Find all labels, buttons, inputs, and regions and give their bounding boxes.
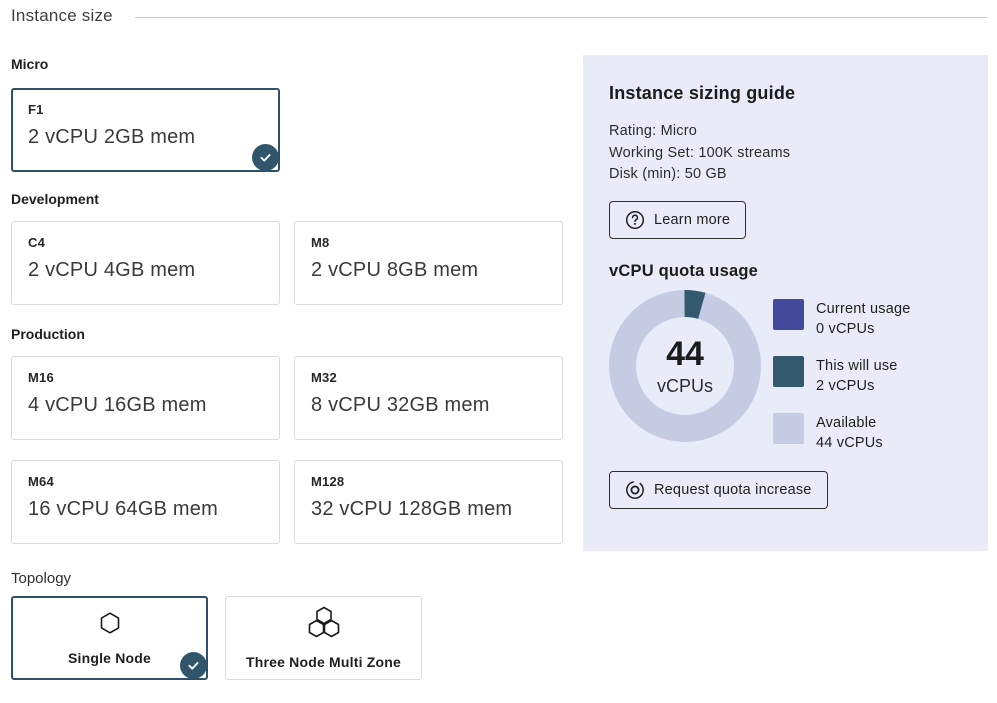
section-header: Instance size <box>0 0 997 26</box>
content-row: Micro F1 2 vCPU 2GB mem Development C4 2… <box>0 26 997 680</box>
micro-section-label: Micro <box>11 56 563 72</box>
guide-panel-title: Instance sizing guide <box>609 83 962 104</box>
micro-card-grid: F1 2 vCPU 2GB mem <box>11 88 563 172</box>
size-card-spec: 8 vCPU 32GB mem <box>311 394 546 417</box>
size-card-spec: 2 vCPU 8GB mem <box>311 259 546 282</box>
disk-min-line: Disk (min): 50 GB <box>609 164 962 186</box>
header-divider <box>135 17 987 18</box>
three-hexagons-icon <box>305 606 343 644</box>
quota-target-icon <box>625 480 645 500</box>
selected-check-icon <box>252 144 279 171</box>
legend-item-current-usage: Current usage 0 vCPUs <box>773 299 911 339</box>
vcpu-quota-donut-chart: 44 vCPUs <box>609 290 761 442</box>
request-quota-increase-button[interactable]: Request quota increase <box>609 471 828 509</box>
legend-swatch-current-usage <box>773 299 804 330</box>
size-card-code: M8 <box>311 235 546 250</box>
help-circle-icon <box>625 210 645 230</box>
size-card-f1[interactable]: F1 2 vCPU 2GB mem <box>11 88 280 172</box>
size-card-code: M16 <box>28 370 263 385</box>
size-card-code: F1 <box>28 102 263 117</box>
single-hexagon-icon <box>98 611 122 640</box>
legend-name: Current usage <box>816 301 911 317</box>
size-card-c4[interactable]: C4 2 vCPU 4GB mem <box>11 221 280 305</box>
legend-value: 44 vCPUs <box>816 435 883 451</box>
production-card-grid: M16 4 vCPU 16GB mem M32 8 vCPU 32GB mem … <box>11 356 563 544</box>
size-card-spec: 16 vCPU 64GB mem <box>28 498 263 521</box>
topology-card-single-node[interactable]: Single Node <box>11 596 208 680</box>
size-card-spec: 2 vCPU 2GB mem <box>28 126 263 149</box>
legend-value: 0 vCPUs <box>816 321 875 337</box>
donut-available-ring <box>623 303 748 428</box>
quota-chart-row: 44 vCPUs Current usage 0 vCPUs <box>609 290 962 453</box>
legend-swatch-available <box>773 413 804 444</box>
size-card-code: C4 <box>28 235 263 250</box>
legend-item-this-will-use: This will use 2 vCPUs <box>773 356 911 396</box>
size-card-code: M128 <box>311 474 546 489</box>
size-card-spec: 2 vCPU 4GB mem <box>28 259 263 282</box>
legend-value: 2 vCPUs <box>816 378 875 394</box>
guide-info-block: Rating: Micro Working Set: 100K streams … <box>609 121 962 186</box>
size-options-column: Micro F1 2 vCPU 2GB mem Development C4 2… <box>11 26 563 680</box>
size-card-m16[interactable]: M16 4 vCPU 16GB mem <box>11 356 280 440</box>
topology-option-label: Single Node <box>68 650 151 666</box>
size-card-m32[interactable]: M32 8 vCPU 32GB mem <box>294 356 563 440</box>
instance-size-page: Instance size Micro F1 2 vCPU 2GB mem De… <box>0 0 997 703</box>
production-section-label: Production <box>11 326 563 342</box>
legend-name: Available <box>816 415 876 431</box>
size-card-spec: 4 vCPU 16GB mem <box>28 394 263 417</box>
development-card-grid: C4 2 vCPU 4GB mem M8 2 vCPU 8GB mem <box>11 221 563 305</box>
page-title: Instance size <box>11 6 113 26</box>
size-card-code: M64 <box>28 474 263 489</box>
legend-item-available: Available 44 vCPUs <box>773 413 911 453</box>
size-card-m8[interactable]: M8 2 vCPU 8GB mem <box>294 221 563 305</box>
size-card-m64[interactable]: M64 16 vCPU 64GB mem <box>11 460 280 544</box>
size-card-code: M32 <box>311 370 546 385</box>
legend-swatch-this-will-use <box>773 356 804 387</box>
rating-line: Rating: Micro <box>609 121 962 143</box>
instance-sizing-guide-panel: Instance sizing guide Rating: Micro Work… <box>583 55 988 551</box>
vcpu-quota-heading: vCPU quota usage <box>609 262 962 281</box>
learn-more-label: Learn more <box>654 212 730 228</box>
size-card-m128[interactable]: M128 32 vCPU 128GB mem <box>294 460 563 544</box>
topology-options-row: Single Node Three Node Multi Zone <box>11 596 563 680</box>
quota-legend: Current usage 0 vCPUs This will use 2 vC… <box>773 299 911 453</box>
topology-card-three-node[interactable]: Three Node Multi Zone <box>225 596 422 680</box>
development-section-label: Development <box>11 191 563 207</box>
working-set-line: Working Set: 100K streams <box>609 143 962 165</box>
legend-name: This will use <box>816 358 898 374</box>
learn-more-button[interactable]: Learn more <box>609 201 746 239</box>
size-card-spec: 32 vCPU 128GB mem <box>311 498 546 521</box>
request-quota-label: Request quota increase <box>654 482 812 498</box>
selected-check-icon <box>180 652 207 679</box>
topology-option-label: Three Node Multi Zone <box>246 654 401 670</box>
topology-section-label: Topology <box>11 570 563 587</box>
